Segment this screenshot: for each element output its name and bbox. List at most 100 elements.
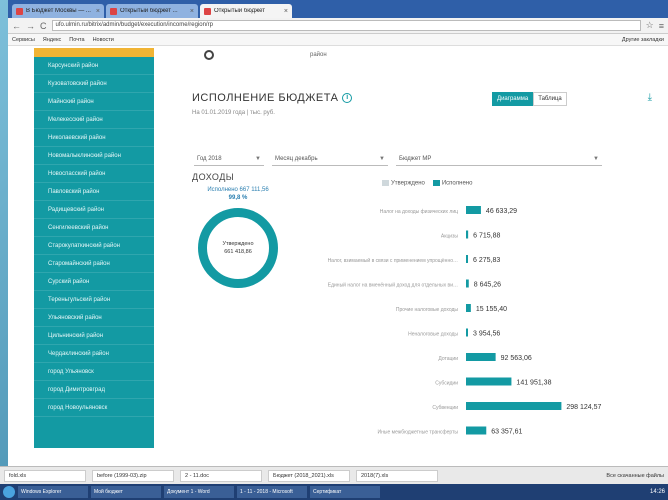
sidebar-item[interactable]: Старомайнский район <box>34 255 154 273</box>
show-all-downloads[interactable]: Все скачанные файлы <box>606 473 664 479</box>
income-bar[interactable] <box>466 304 471 312</box>
sidebar-item[interactable]: Ульяновский район <box>34 309 154 327</box>
sidebar-item-label: Мелекесский район <box>48 116 103 123</box>
month-select-value: Месяц декабрь <box>275 155 318 162</box>
close-icon[interactable]: × <box>190 8 194 15</box>
logo-icon <box>204 50 214 60</box>
budget-select[interactable]: Бюджет МР ▼ <box>396 152 602 166</box>
value-label: 6 275,83 <box>473 257 500 264</box>
income-bar[interactable] <box>466 279 469 288</box>
back-icon[interactable]: ← <box>12 21 21 31</box>
star-icon[interactable]: ☆ <box>646 20 654 31</box>
income-bar[interactable] <box>466 426 487 435</box>
sidebar-item[interactable]: Тереньгульский район <box>34 291 154 309</box>
income-bar[interactable] <box>466 353 496 361</box>
bookmark-item[interactable]: Сервисы <box>12 37 35 43</box>
donut-pct-value: 99,8 % <box>228 195 248 201</box>
legend-executed[interactable]: Исполнено <box>432 180 473 187</box>
download-item[interactable]: Бюджет (2018_2021).xls <box>268 469 350 482</box>
income-bar[interactable] <box>466 328 468 337</box>
sidebar-item[interactable]: Чердаклинский район <box>34 345 154 363</box>
sidebar-item[interactable]: Цильнинский район <box>34 327 154 345</box>
taskbar-item[interactable]: Windows Explorer <box>18 486 88 498</box>
sidebar-item[interactable]: город Ульяновск <box>34 363 154 381</box>
sidebar-item[interactable]: Новоспасский район <box>34 165 154 183</box>
sidebar-item-label: Ульяновский район <box>48 314 102 321</box>
bookmark-item[interactable]: Почта <box>69 37 84 43</box>
income-bar[interactable] <box>466 255 469 263</box>
taskbar-item[interactable]: Сертификат <box>310 486 380 498</box>
sidebar-item[interactable]: Павловский район <box>34 183 154 201</box>
taskbar-item[interactable]: 1 - 11 - 2018 - Microsoft <box>237 486 307 498</box>
donut-executed-pct: 99,8 % <box>188 194 288 202</box>
download-item[interactable]: 2 - 11.doc <box>180 469 262 482</box>
sidebar-item[interactable]: Кузоватовский район <box>34 75 154 93</box>
donut-executed-label: Исполнено 667 111,56 <box>207 187 269 193</box>
category-label: Налог на доходы физических лиц <box>380 209 458 215</box>
browser-tab[interactable]: Открытый бюджет × <box>200 4 292 18</box>
view-chart-button[interactable]: Диаграмма <box>492 92 534 106</box>
sidebar-item[interactable]: город Димитровград <box>34 381 154 399</box>
sidebar-item-label: Кузоватовский район <box>48 80 107 87</box>
legend-approved-swatch <box>382 180 389 186</box>
download-item[interactable]: before (1999-03).zip <box>92 469 174 482</box>
category-label: Субвенции <box>432 405 458 411</box>
year-select-value: Год 2018 <box>197 155 222 162</box>
sidebar-item[interactable]: Сурский район <box>34 273 154 291</box>
sidebar-item[interactable]: Мелекесский район <box>34 111 154 129</box>
sidebar-item[interactable]: Новомалыклинский район <box>34 147 154 165</box>
sidebar-item[interactable]: Николаевский район <box>34 129 154 147</box>
taskbar-item[interactable]: Документ 1 - Word <box>164 486 234 498</box>
start-button-icon[interactable] <box>3 486 15 498</box>
income-bar-chart: Налог на доходы физических лиц 46 633,29 А… <box>328 206 602 436</box>
category-label: Налог, взимаемый в связи с применением у… <box>328 257 458 264</box>
page-content: Карсунский район Кузоватовский район Майнс… <box>8 46 668 466</box>
browser-tab[interactable]: В Бюджет Москвы — ... × <box>12 4 104 18</box>
income-bar[interactable] <box>466 377 512 386</box>
income-bar[interactable] <box>466 206 481 214</box>
sidebar-active-strip <box>34 48 154 57</box>
download-item[interactable]: 2018(7).xls <box>356 469 438 482</box>
reload-icon[interactable]: C <box>40 21 47 31</box>
month-select[interactable]: Месяц декабрь ▼ <box>272 152 388 166</box>
url-input[interactable]: ufo.ulmin.ru/bitrix/admin/budget/executi… <box>51 20 641 31</box>
taskbar-item[interactable]: Мой бюджет <box>91 486 161 498</box>
value-label: 92 563,06 <box>501 355 532 362</box>
sidebar-item[interactable]: Радищевский район <box>34 201 154 219</box>
sidebar-item[interactable]: Майнский район <box>34 93 154 111</box>
income-bar[interactable] <box>466 402 562 410</box>
sidebar-item[interactable]: Сенгилеевский район <box>34 219 154 237</box>
close-icon[interactable]: × <box>96 8 100 15</box>
income-bar[interactable] <box>466 230 469 239</box>
sidebar-item-label: Чердаклинский район <box>48 350 109 357</box>
info-icon[interactable]: i <box>342 93 353 103</box>
page-title: ИСПОЛНЕНИЕ БЮДЖЕТА i <box>192 92 353 104</box>
legend-executed-label: Исполнено <box>441 180 473 187</box>
download-icon[interactable]: ⤓ <box>648 92 652 103</box>
browser-tab[interactable]: Открытый бюджет ... × <box>106 4 198 18</box>
sidebar-item[interactable]: город Новоульяновск <box>34 399 154 417</box>
close-icon[interactable]: × <box>284 8 288 15</box>
view-table-button[interactable]: Таблица <box>533 92 567 106</box>
favicon-icon <box>110 7 117 15</box>
chevron-down-icon: ▼ <box>593 155 599 162</box>
sidebar-item-label: город Димитровград <box>48 386 105 393</box>
bookmark-other[interactable]: Другие закладки <box>622 37 664 43</box>
tab-label: В Бюджет Москвы — ... <box>26 8 91 14</box>
value-label: 3 954,56 <box>473 331 500 338</box>
sidebar-item[interactable]: Карсунский район <box>34 57 154 75</box>
bookmark-item[interactable]: Новости <box>93 37 114 43</box>
menu-icon[interactable]: ≡ <box>659 21 664 31</box>
sidebar-item[interactable]: Старокулаткинский район <box>34 237 154 255</box>
donut-chart[interactable]: Утверждено 661 418,86 <box>198 208 278 288</box>
forward-icon[interactable]: → <box>26 21 35 31</box>
tab-label: Открытый бюджет <box>214 8 265 14</box>
download-item[interactable]: fold.xls <box>4 469 86 482</box>
favicon-icon <box>16 7 23 15</box>
legend-approved-label: Утверждено <box>391 180 425 187</box>
sidebar-item-label: Старомайнский район <box>48 260 110 267</box>
org-header: район <box>204 50 327 60</box>
year-select[interactable]: Год 2018 ▼ <box>194 152 264 166</box>
legend-approved[interactable]: Утверждено <box>382 180 425 187</box>
bookmark-item[interactable]: Яндекс <box>43 37 62 43</box>
